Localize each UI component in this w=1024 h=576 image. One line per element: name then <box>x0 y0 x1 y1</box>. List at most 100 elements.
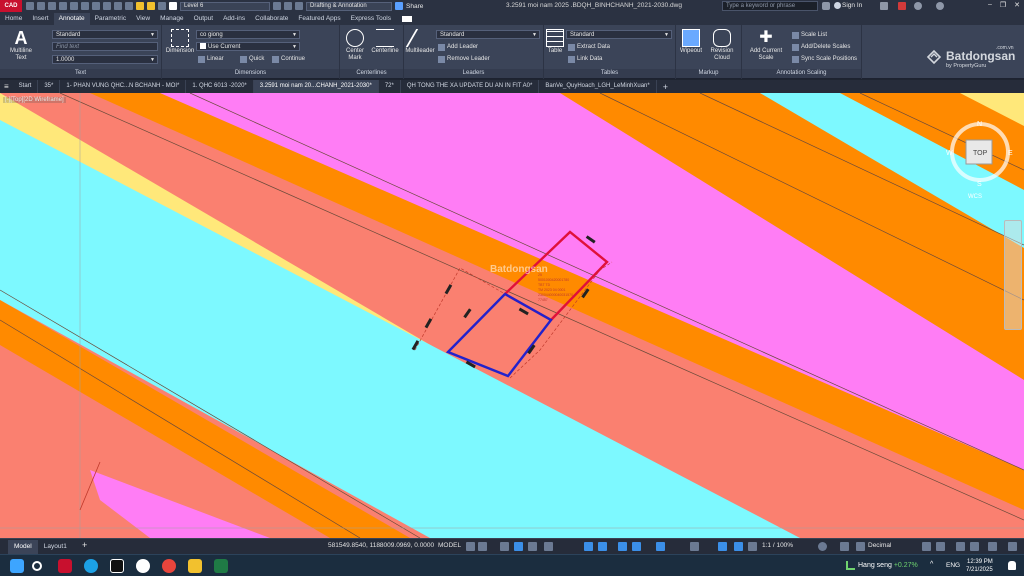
isodraft-icon[interactable] <box>528 542 537 551</box>
workspace-gear-icon[interactable] <box>295 2 303 10</box>
units-icon[interactable] <box>856 542 865 551</box>
taskbar-clock[interactable]: 12:39 PM 7/21/2025 <box>966 558 993 574</box>
multiline-text-button[interactable]: A Multiline Text <box>4 29 38 62</box>
leaders-panel-label[interactable]: Leaders <box>404 69 543 78</box>
a360-icon[interactable] <box>914 2 922 10</box>
notification-bell-icon[interactable] <box>1008 561 1016 570</box>
exchange-icon[interactable] <box>898 2 906 10</box>
lock-icon[interactable] <box>158 2 166 10</box>
ribbon-tab-collaborate[interactable]: Collaborate <box>250 13 293 25</box>
layer-isolate-icon[interactable] <box>284 2 292 10</box>
viewcube-east[interactable]: E <box>1008 150 1013 157</box>
ribbon-tab-output[interactable]: Output <box>189 13 219 25</box>
save-icon[interactable] <box>48 2 56 10</box>
binoculars-search-icon[interactable] <box>822 2 830 10</box>
doc-tab[interactable]: 35* <box>38 80 61 93</box>
ribbon-tab-manage[interactable]: Manage <box>155 13 189 25</box>
sun-icon[interactable] <box>147 2 155 10</box>
minimize-icon[interactable]: – <box>988 1 992 9</box>
sync-scale-positions-button[interactable]: Sync Scale Positions <box>792 55 857 63</box>
cart-icon[interactable] <box>880 2 888 10</box>
lock-ui-icon[interactable] <box>936 542 945 551</box>
close-icon[interactable]: ✕ <box>1014 1 1020 9</box>
cursor-coordinates[interactable]: 581549.8540, 1188009.0969, 0.0000 <box>328 542 434 549</box>
annotation-monitor-icon[interactable] <box>718 542 727 551</box>
transparency-icon[interactable] <box>618 542 627 551</box>
layout-tab-model[interactable]: Model <box>8 539 38 554</box>
centerline-button[interactable]: Centerline <box>368 29 402 55</box>
edge-browser-icon[interactable] <box>84 559 98 573</box>
stock-widget[interactable]: Hang seng +0.27% <box>858 562 918 569</box>
ribbon-tab-insert[interactable]: Insert <box>27 13 53 25</box>
workspace-switch-icon[interactable] <box>818 542 827 551</box>
save-as-icon[interactable] <box>59 2 67 10</box>
multileader-button[interactable]: Multileader <box>404 29 436 55</box>
ribbon-minimize-icon[interactable] <box>402 16 412 22</box>
match-properties-icon[interactable] <box>114 2 122 10</box>
link-data-button[interactable]: Link Data <box>568 55 602 63</box>
tables-panel-label[interactable]: Tables <box>544 69 675 78</box>
ribbon-tab-featured-apps[interactable]: Featured Apps <box>293 13 345 25</box>
app-logo[interactable]: CAD <box>0 0 22 12</box>
selection-cycling-icon[interactable] <box>632 542 641 551</box>
excel-icon[interactable] <box>214 559 228 573</box>
find-text-input[interactable]: Find text <box>52 42 158 51</box>
revision-cloud-button[interactable]: Revision Cloud <box>706 29 738 62</box>
continue-dimension-button[interactable]: Continue <box>272 55 305 63</box>
extract-data-button[interactable]: Extract Data <box>568 43 610 51</box>
navigation-bar[interactable] <box>1004 220 1022 330</box>
units-dropdown[interactable]: Decimal <box>868 542 891 549</box>
dimension-layer-dropdown[interactable]: Use Current ▼ <box>196 42 300 51</box>
dimension-style-dropdown[interactable]: co giong ▼ <box>196 30 300 39</box>
leader-style-dropdown[interactable]: Standard ▼ <box>436 30 540 39</box>
file-explorer-icon[interactable] <box>188 559 202 573</box>
search-input[interactable]: Type a keyword or phrase <box>722 1 818 11</box>
tray-chevron-icon[interactable]: ^ <box>930 561 933 568</box>
osnap-tracking-icon[interactable] <box>544 542 553 551</box>
zalo-icon[interactable] <box>136 559 150 573</box>
share-button[interactable]: Share <box>406 3 423 10</box>
chrome-icon[interactable] <box>162 559 176 573</box>
table-button[interactable]: Table <box>544 29 566 55</box>
wipeout-button[interactable]: Wipeout <box>676 29 706 55</box>
text-panel-label[interactable]: Text <box>0 69 161 78</box>
undo-icon[interactable] <box>92 2 100 10</box>
redo-icon[interactable] <box>103 2 111 10</box>
web-mobile-icon[interactable] <box>70 2 78 10</box>
open-folder-icon[interactable] <box>37 2 45 10</box>
scale-list-button[interactable]: Scale List <box>792 31 827 39</box>
annotation-scale-icon[interactable] <box>748 542 757 551</box>
search-icon[interactable] <box>32 561 42 571</box>
text-style-dropdown[interactable]: Standard ▼ <box>52 30 158 39</box>
dynamic-ucs-icon[interactable] <box>690 542 699 551</box>
menu-hamburger-icon[interactable]: ≡ <box>0 82 13 91</box>
layer-dropdown[interactable]: Level 6 <box>180 1 270 11</box>
polar-icon[interactable] <box>514 542 523 551</box>
viewcube-west[interactable]: W <box>946 150 953 157</box>
drawing-canvas[interactable]: 25 5001000420001780 TBT TD TM 2023 04 00… <box>0 93 1024 538</box>
doc-tab-start[interactable]: Start <box>13 80 39 93</box>
doc-tab[interactable]: 72* <box>379 80 401 93</box>
ribbon-tab-home[interactable]: Home <box>0 13 27 25</box>
help-icon[interactable] <box>936 2 944 10</box>
doc-tab[interactable]: 1. QHC 6013 -2020* <box>186 80 254 93</box>
drawing-svg[interactable]: 25 5001000420001780 TBT TD TM 2023 04 00… <box>0 93 1024 538</box>
viewcube-north[interactable]: N <box>977 121 982 128</box>
sign-in-button[interactable]: Sign In <box>842 2 862 9</box>
share-icon[interactable] <box>395 2 403 10</box>
snap-icon[interactable] <box>478 542 487 551</box>
workspace-dropdown[interactable]: Drafting & Annotation <box>306 1 392 11</box>
grid-icon[interactable] <box>466 542 475 551</box>
text-height-input[interactable]: 1.0000 ▼ <box>52 55 158 64</box>
ortho-icon[interactable] <box>500 542 509 551</box>
ribbon-tab-express-tools[interactable]: Express Tools <box>346 13 396 25</box>
layer-previous-icon[interactable] <box>273 2 281 10</box>
viewcube-south[interactable]: S <box>977 181 982 188</box>
language-indicator[interactable]: ENG <box>946 562 960 569</box>
customization-menu-icon[interactable] <box>1008 542 1017 551</box>
ucs-menu[interactable]: WCS <box>968 194 982 200</box>
add-current-scale-button[interactable]: ✚ Add Current Scale <box>744 29 788 62</box>
viewcube[interactable]: TOP N W E S WCS <box>946 120 1014 200</box>
ribbon-tab-view[interactable]: View <box>131 13 155 25</box>
lightbulb-icon[interactable] <box>136 2 144 10</box>
